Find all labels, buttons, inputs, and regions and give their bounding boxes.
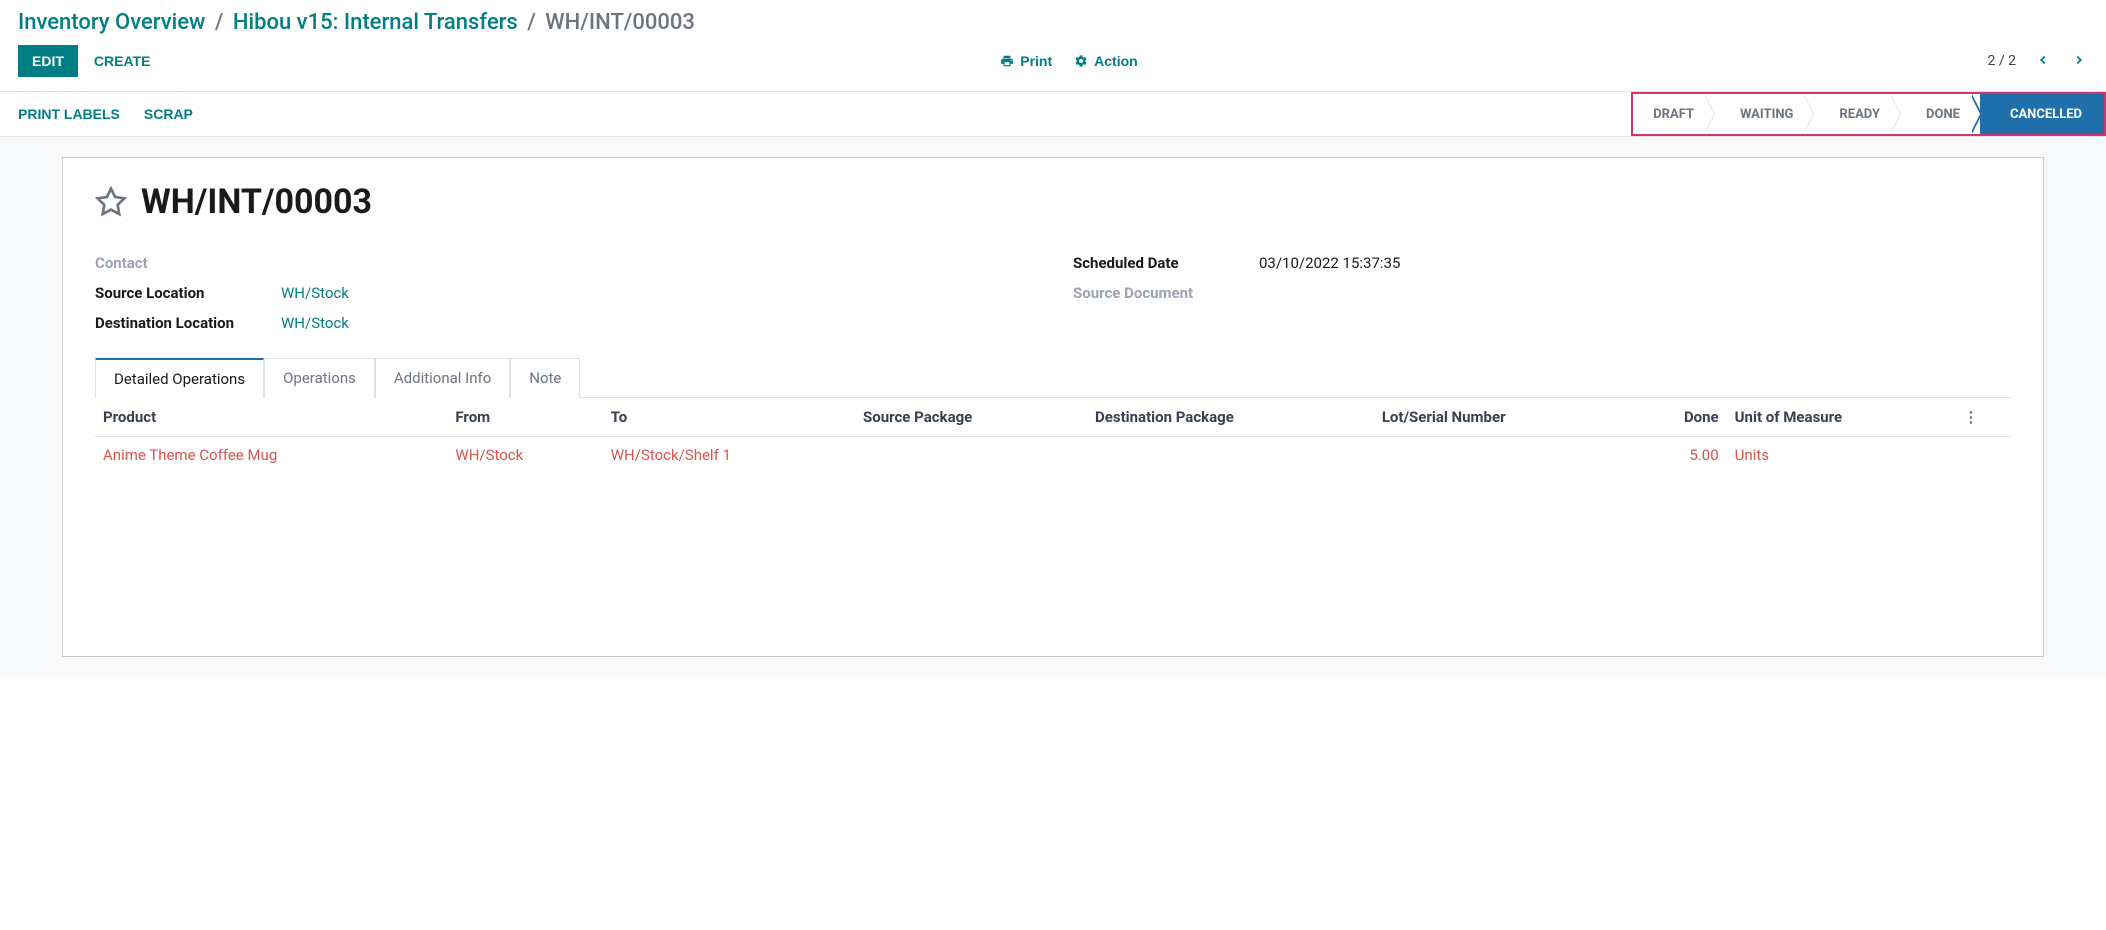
chevron-left-icon — [2036, 53, 2050, 67]
scrap-button[interactable]: SCRAP — [144, 106, 193, 122]
actionbar: PRINT LABELS SCRAP DRAFT WAITING READY D… — [0, 92, 2106, 137]
cell-destination-package — [1087, 437, 1374, 474]
record-title: WH/INT/00003 — [141, 182, 372, 222]
breadcrumb-sep: / — [523, 10, 540, 35]
cell-product: Anime Theme Coffee Mug — [95, 437, 447, 474]
cell-from: WH/Stock — [447, 437, 602, 474]
scheduled-date-label: Scheduled Date — [1073, 254, 1259, 272]
form-sheet: WH/INT/00003 Contact Source Location WH/… — [62, 157, 2044, 657]
breadcrumb-current: WH/INT/00003 — [545, 10, 695, 35]
pager-text: 2 / 2 — [1988, 53, 2016, 69]
cell-done: 5.00 — [1633, 437, 1727, 474]
status-draft[interactable]: DRAFT — [1633, 94, 1714, 134]
status-cancelled[interactable]: CANCELLED — [1980, 94, 2104, 134]
tabs: Detailed Operations Operations Additiona… — [95, 358, 2011, 398]
source-document-label: Source Document — [1073, 284, 1259, 302]
status-waiting[interactable]: WAITING — [1714, 94, 1813, 134]
col-lot: Lot/Serial Number — [1374, 398, 1633, 437]
source-location-label: Source Location — [95, 284, 281, 302]
col-to: To — [603, 398, 855, 437]
operations-table: Product From To Source Package Destinati… — [95, 398, 2011, 473]
table-row[interactable]: Anime Theme Coffee Mug WH/Stock WH/Stock… — [95, 437, 2011, 474]
toolbar: EDIT CREATE Print Action 2 / 2 — [0, 41, 2106, 91]
cell-uom: Units — [1727, 437, 1956, 474]
cell-source-package — [855, 437, 1087, 474]
contact-label: Contact — [95, 254, 281, 272]
breadcrumb-link-transfers[interactable]: Hibou v15: Internal Transfers — [233, 10, 518, 35]
print-button[interactable]: Print — [1000, 53, 1052, 69]
tab-additional-info[interactable]: Additional Info — [375, 358, 510, 398]
cell-to: WH/Stock/Shelf 1 — [603, 437, 855, 474]
table-options-button[interactable]: ⋮ — [1955, 398, 2011, 437]
tab-note[interactable]: Note — [510, 358, 580, 398]
tab-operations[interactable]: Operations — [264, 358, 375, 398]
action-button[interactable]: Action — [1074, 53, 1138, 69]
breadcrumb-link-inventory[interactable]: Inventory Overview — [18, 10, 205, 35]
statusbar: DRAFT WAITING READY DONE CANCELLED — [1631, 92, 2106, 136]
col-uom: Unit of Measure — [1727, 398, 1956, 437]
chevron-right-icon — [2072, 53, 2086, 67]
gear-icon — [1074, 54, 1088, 68]
col-source-package: Source Package — [855, 398, 1087, 437]
source-location-value[interactable]: WH/Stock — [281, 284, 349, 302]
breadcrumb: Inventory Overview / Hibou v15: Internal… — [0, 0, 2106, 41]
scheduled-date-value: 03/10/2022 15:37:35 — [1259, 254, 1400, 272]
tab-detailed-operations[interactable]: Detailed Operations — [95, 358, 264, 398]
print-labels-button[interactable]: PRINT LABELS — [18, 106, 120, 122]
col-done: Done — [1633, 398, 1727, 437]
edit-button[interactable]: EDIT — [18, 45, 78, 77]
star-icon[interactable] — [95, 186, 127, 218]
cell-lot — [1374, 437, 1633, 474]
col-from: From — [447, 398, 602, 437]
status-done[interactable]: DONE — [1900, 94, 1980, 134]
status-ready[interactable]: READY — [1813, 94, 1900, 134]
destination-location-label: Destination Location — [95, 314, 281, 332]
col-destination-package: Destination Package — [1087, 398, 1374, 437]
pager-prev-button[interactable] — [2034, 51, 2052, 72]
col-product: Product — [95, 398, 447, 437]
breadcrumb-sep: / — [211, 10, 228, 35]
pager-next-button[interactable] — [2070, 51, 2088, 72]
create-button[interactable]: CREATE — [94, 53, 151, 69]
print-icon — [1000, 54, 1014, 68]
destination-location-value[interactable]: WH/Stock — [281, 314, 349, 332]
